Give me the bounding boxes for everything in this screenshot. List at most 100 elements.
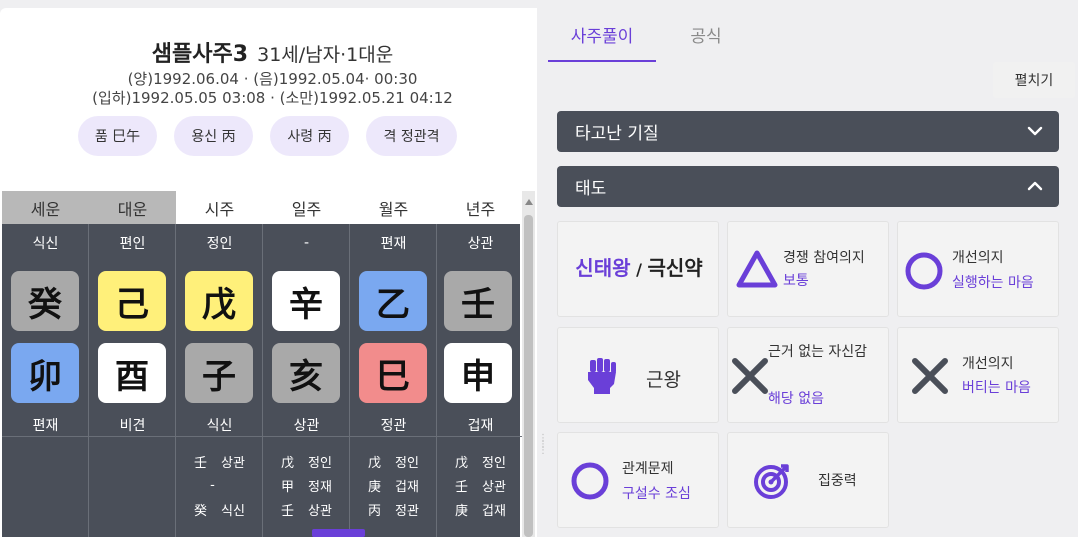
- column-header-ilju: 일주: [263, 191, 350, 224]
- improve-label: 개선의지: [962, 356, 1014, 372]
- stem-tile[interactable]: 己: [98, 271, 166, 331]
- profile-name: 샘플사주3: [151, 42, 249, 67]
- hidden-stems-cell: [2, 436, 89, 537]
- saju-left-panel: 샘플사주3 31세/남자·1대운 (양)1992.06.04 · (음)1992…: [0, 8, 537, 537]
- card-competition[interactable]: 경쟁 참여의지 보통: [727, 221, 889, 317]
- tag-pill-pum[interactable]: 품 巳午: [78, 116, 157, 156]
- hidden-stem-sipsin: 정관: [395, 503, 419, 519]
- scrollbar-thumb[interactable]: [524, 215, 533, 537]
- hidden-stem-sipsin: 상관: [221, 455, 245, 471]
- stem-sipsin-label: 식신: [32, 236, 59, 252]
- hidden-stem-char: 甲: [281, 479, 295, 495]
- tag-pill-saryeong[interactable]: 사령 丙: [270, 116, 349, 156]
- expand-all-button[interactable]: 펼치기: [993, 62, 1075, 98]
- strength-primary: 신태왕: [575, 256, 631, 280]
- column-header-nyeonju: 년주: [437, 191, 524, 224]
- circle-icon: [571, 462, 609, 500]
- section-attitude[interactable]: 태도: [557, 166, 1059, 207]
- card-confidence[interactable]: 근거 없는 자신감 해당 없음: [727, 327, 889, 423]
- cross-icon: [912, 358, 948, 394]
- column-header-daeun[interactable]: 대운: [89, 191, 176, 224]
- stem-tile[interactable]: 乙: [359, 271, 427, 331]
- hidden-stem-char: 丙: [368, 503, 382, 519]
- hidden-stem-char: 壬: [455, 479, 469, 495]
- stem-tile[interactable]: 辛: [272, 271, 340, 331]
- section-innate-temperament[interactable]: 타고난 기질: [557, 111, 1059, 152]
- column-header-siju: 시주: [176, 191, 263, 224]
- hidden-stem-sipsin: 정인: [482, 455, 506, 471]
- section-title: 태도: [575, 179, 607, 199]
- stem-tile[interactable]: 癸: [11, 271, 79, 331]
- improve-value: 버티는 마음: [962, 380, 1031, 396]
- hidden-stem-sipsin: 정인: [395, 455, 419, 471]
- hidden-stem-char: 壬: [194, 455, 208, 471]
- tab-saju-reading[interactable]: 사주풀이: [548, 18, 656, 62]
- branch-tile[interactable]: 卯: [11, 343, 79, 403]
- profile-summary: 31세/남자·1대운: [257, 44, 394, 66]
- hidden-stem-sipsin: 겁재: [395, 479, 419, 495]
- cross-icon: [732, 358, 768, 394]
- tab-formula[interactable]: 공식: [656, 18, 756, 62]
- root-strength-label: 근왕: [646, 369, 681, 391]
- scroll-up-arrow-icon[interactable]: [525, 199, 533, 205]
- stem-tile[interactable]: 壬: [444, 271, 512, 331]
- branch-tile[interactable]: 酉: [98, 343, 166, 403]
- card-relationship[interactable]: 관계문제 구설수 조심: [557, 432, 719, 528]
- stem-sipsin-label: 편인: [119, 236, 146, 252]
- branch-tile[interactable]: 申: [444, 343, 512, 403]
- branch-tile[interactable]: 亥: [272, 343, 340, 403]
- card-strength[interactable]: 신태왕 / 극신약: [557, 221, 719, 317]
- improve-label: 개선의지: [952, 250, 1004, 266]
- stem-sipsin-label: 상관: [467, 236, 494, 252]
- competition-value: 보통: [783, 273, 809, 289]
- raised-fist-icon: [588, 358, 616, 394]
- stem-sipsin-label: -: [303, 235, 310, 251]
- hidden-stem-sipsin: 정인: [308, 455, 332, 471]
- circle-icon: [905, 252, 943, 290]
- hidden-stem-char: 戊: [368, 455, 382, 471]
- hidden-stem-char: 戊: [455, 455, 469, 471]
- card-improve-endure[interactable]: 개선의지 버티는 마음: [897, 327, 1059, 423]
- branch-tile[interactable]: 巳: [359, 343, 427, 403]
- profile-title: 샘플사주3 31세/남자·1대운: [0, 36, 537, 68]
- hidden-stem-sipsin: 식신: [221, 503, 245, 519]
- focus-label: 집중력: [818, 473, 857, 489]
- improve-value: 실행하는 마음: [952, 275, 1034, 291]
- card-improve-execute[interactable]: 개선의지 실행하는 마음: [897, 221, 1059, 317]
- branch-tile[interactable]: 子: [185, 343, 253, 403]
- strength-separator: /: [630, 260, 648, 279]
- stem-sipsin-label: 정인: [206, 236, 233, 252]
- birth-date-line: (양)1992.06.04 · (음)1992.05.04· 00:30: [127, 70, 418, 88]
- tag-pills: 품 巳午 용신 丙 사령 丙 격 정관격: [78, 116, 457, 156]
- tab-bar: 사주풀이 공식: [548, 18, 756, 62]
- chevron-down-icon: [1027, 126, 1043, 136]
- panel-resize-handle-icon[interactable]: ⋮ ⋮ ⋮: [538, 434, 548, 472]
- hidden-stems-cell: 戊 정인 壬 상관 庚 겁재: [437, 436, 524, 537]
- hidden-stem-sipsin: 상관: [482, 479, 506, 495]
- hidden-stem-char: 庚: [455, 503, 469, 519]
- hidden-stems-cell: 戊 정인 甲 정재 壬 상관: [263, 436, 350, 537]
- tag-pill-gyeok[interactable]: 격 정관격: [366, 116, 457, 156]
- tag-pill-yongsin[interactable]: 용신 丙: [174, 116, 253, 156]
- hidden-stem-char: 戊: [281, 455, 295, 471]
- strength-secondary: 극신약: [647, 256, 703, 280]
- hidden-stem-char: -: [210, 477, 215, 493]
- confidence-value: 해당 없음: [768, 391, 824, 407]
- column-header-wolju: 월주: [350, 191, 437, 224]
- hidden-stem-sipsin: 정재: [308, 479, 332, 495]
- solar-term-line: (입하)1992.05.05 03:08 · (소만)1992.05.21 04…: [92, 89, 453, 107]
- stem-sipsin-label: 편재: [380, 236, 407, 252]
- hidden-stems-cell: 戊 정인 庚 겁재 丙 정관: [350, 436, 437, 537]
- card-root-strength[interactable]: 근왕: [557, 327, 719, 423]
- hidden-stems-cell: [89, 436, 176, 537]
- stem-tile[interactable]: 戊: [185, 271, 253, 331]
- hidden-stem-char: 庚: [368, 479, 382, 495]
- competition-label: 경쟁 참여의지: [783, 250, 865, 266]
- column-header-seun[interactable]: 세운: [2, 191, 89, 224]
- table-scrollbar[interactable]: [522, 191, 535, 537]
- saju-table: 세운 대운 시주 일주 월주 년주 식신 편인 정인 - 편재 상관 癸 己 戊…: [2, 191, 524, 537]
- card-focus[interactable]: 집중력: [727, 432, 889, 528]
- active-indicator-strip: [312, 529, 365, 537]
- hidden-stem-sipsin: 겁재: [482, 503, 506, 519]
- strength-text: 신태왕 / 극신약: [564, 252, 714, 281]
